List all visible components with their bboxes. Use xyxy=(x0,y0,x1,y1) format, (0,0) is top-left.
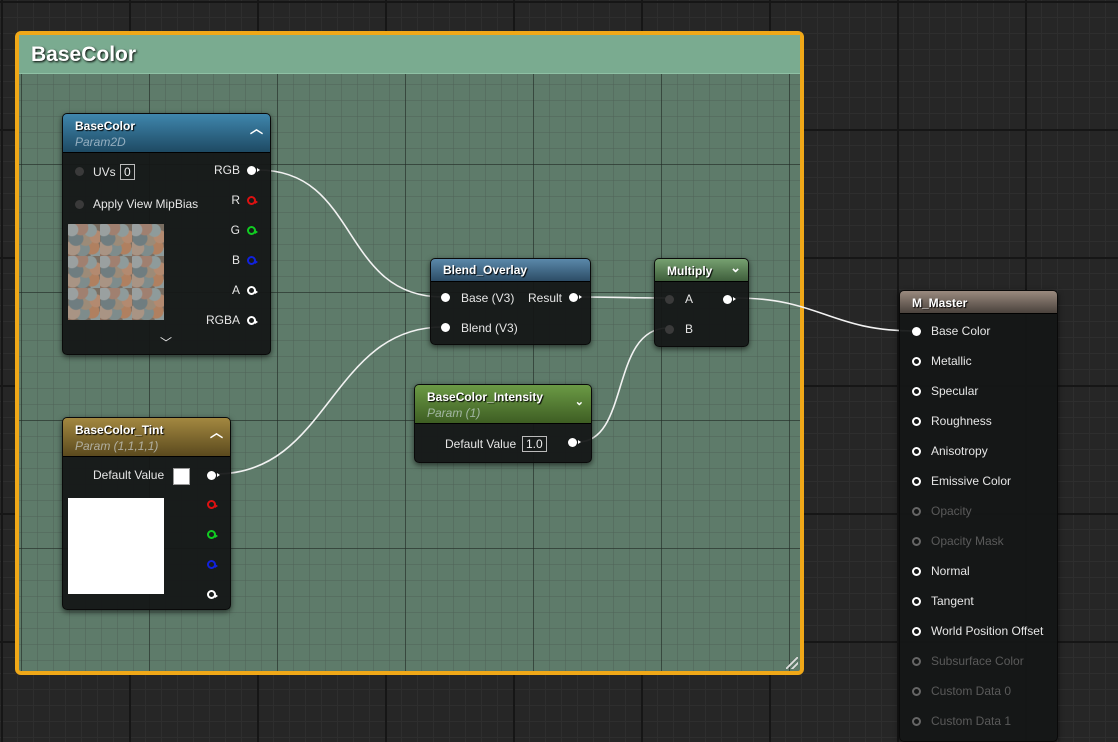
output-rgba-pin[interactable] xyxy=(247,316,258,325)
output-g-pin[interactable] xyxy=(207,530,218,539)
output-result-pin[interactable] xyxy=(569,293,582,302)
node-title: BaseColor_Tint xyxy=(75,423,164,437)
master-input-label: World Position Offset xyxy=(931,624,1044,638)
master-input-pin[interactable] xyxy=(912,507,921,516)
output-b-pin[interactable] xyxy=(247,256,258,265)
node-header[interactable]: BaseColor Param2D ︿ xyxy=(63,114,270,153)
node-header[interactable]: BaseColor_Intensity Param (1) ⌄ xyxy=(415,385,591,424)
master-input-label: Normal xyxy=(931,564,970,578)
master-input-label: Anisotropy xyxy=(931,444,988,458)
output-pin[interactable] xyxy=(723,295,736,304)
master-input-pin[interactable] xyxy=(912,537,921,546)
output-g-label: G xyxy=(230,223,240,237)
master-input-pin[interactable] xyxy=(912,717,921,726)
expand-chevron-icon[interactable]: ⌄ xyxy=(575,395,584,408)
master-input-pin[interactable] xyxy=(912,627,921,636)
master-input-label: Metallic xyxy=(931,354,972,368)
wire-multiply-to-basecolor xyxy=(735,297,916,332)
output-r-pin[interactable] xyxy=(247,196,258,205)
master-input-pin[interactable] xyxy=(912,387,921,396)
node-basecolor-tint[interactable]: BaseColor_Tint Param (1,1,1,1) ︿ Default… xyxy=(62,417,231,610)
expand-chevron-icon[interactable]: ﹀ xyxy=(160,334,172,351)
output-b-pin[interactable] xyxy=(207,560,218,569)
node-header[interactable]: Blend_Overlay xyxy=(431,259,590,282)
input-base-label: Base (V3) xyxy=(461,291,515,305)
default-value-label: Default Value xyxy=(445,437,517,451)
input-a-pin[interactable] xyxy=(665,295,674,304)
node-subtitle: Param (1) xyxy=(427,406,481,420)
wire-rgb-to-base xyxy=(257,169,444,298)
master-input-pin[interactable] xyxy=(912,657,921,666)
node-title: BaseColor_Intensity xyxy=(427,390,544,404)
master-input-pin[interactable] xyxy=(912,687,921,696)
mipbias-pin[interactable] xyxy=(75,200,84,209)
node-basecolor-texture[interactable]: BaseColor Param2D ︿ UVs 0 Apply View Mip… xyxy=(62,113,271,355)
texture-preview-cobblestone xyxy=(68,224,164,320)
output-a-label: A xyxy=(231,283,240,297)
master-input-pin[interactable] xyxy=(912,417,921,426)
output-r-label: R xyxy=(231,193,240,207)
uvs-label: UVs xyxy=(93,165,116,179)
input-b-pin[interactable] xyxy=(665,325,674,334)
input-b-label: B xyxy=(685,322,694,336)
node-header[interactable]: Multiply ⌄ xyxy=(655,259,748,282)
master-input-pin[interactable] xyxy=(912,447,921,456)
master-input-pin[interactable] xyxy=(912,477,921,486)
master-input-label: Base Color xyxy=(931,324,991,338)
default-value-color-swatch[interactable] xyxy=(173,468,190,485)
master-input-pin[interactable] xyxy=(912,597,921,606)
output-rgb-label: RGB xyxy=(213,163,240,177)
node-basecolor-intensity[interactable]: BaseColor_Intensity Param (1) ⌄ Default … xyxy=(414,384,592,463)
output-result-label: Result xyxy=(527,291,562,305)
collapse-chevron-icon[interactable]: ︿ xyxy=(250,118,263,137)
node-multiply[interactable]: Multiply ⌄ A B xyxy=(654,258,749,347)
node-title: Blend_Overlay xyxy=(443,263,528,277)
node-header[interactable]: BaseColor_Tint Param (1,1,1,1) ︿ xyxy=(63,418,230,457)
output-r-pin[interactable] xyxy=(207,500,218,509)
input-a-label: A xyxy=(685,292,694,306)
node-subtitle: Param2D xyxy=(75,135,126,149)
master-input-pin[interactable] xyxy=(912,357,921,366)
input-blend-label: Blend (V3) xyxy=(461,321,518,335)
mipbias-label: Apply View MipBias xyxy=(93,197,199,211)
collapse-chevron-icon[interactable]: ︿ xyxy=(210,422,223,441)
master-input-label: Custom Data 0 xyxy=(931,684,1012,698)
input-blend-pin[interactable] xyxy=(441,323,450,332)
default-value-label: Default Value xyxy=(93,468,165,482)
node-header[interactable]: M_Master xyxy=(900,291,1057,314)
node-title: BaseColor xyxy=(75,119,136,133)
output-pin[interactable] xyxy=(568,438,581,447)
master-input-pin[interactable] xyxy=(912,567,921,576)
output-rgb-pin[interactable] xyxy=(247,166,260,175)
output-a-pin[interactable] xyxy=(207,590,218,599)
default-value-field[interactable]: 1.0 xyxy=(522,436,547,452)
expand-chevron-icon[interactable]: ⌄ xyxy=(730,260,741,276)
output-a-pin[interactable] xyxy=(247,286,258,295)
master-input-pin[interactable] xyxy=(912,327,921,336)
master-input-label: Opacity xyxy=(931,504,972,518)
output-rgb-pin[interactable] xyxy=(207,471,220,480)
input-base-pin[interactable] xyxy=(441,293,450,302)
master-input-label: Emissive Color xyxy=(931,474,1012,488)
node-blend-overlay[interactable]: Blend_Overlay Base (V3) Blend (V3) Resul… xyxy=(430,258,591,345)
color-preview xyxy=(68,498,164,594)
output-g-pin[interactable] xyxy=(247,226,258,235)
node-subtitle: Param (1,1,1,1) xyxy=(75,439,159,453)
node-title: Multiply xyxy=(667,264,713,278)
node-m-master[interactable]: M_Master Base Color Metallic Specular Rough… xyxy=(899,290,1058,742)
output-rgba-label: RGBA xyxy=(205,313,240,327)
master-input-label: Tangent xyxy=(931,594,974,608)
node-title: M_Master xyxy=(912,296,968,310)
output-b-label: B xyxy=(231,253,240,267)
master-input-label: Roughness xyxy=(931,414,992,428)
master-input-label: Opacity Mask xyxy=(931,534,1004,548)
uvs-pin[interactable] xyxy=(75,167,84,176)
master-input-label: Specular xyxy=(931,384,979,398)
master-input-label: Custom Data 1 xyxy=(931,714,1012,728)
uvs-value-field[interactable]: 0 xyxy=(120,164,135,180)
master-input-label: Subsurface Color xyxy=(931,654,1024,668)
